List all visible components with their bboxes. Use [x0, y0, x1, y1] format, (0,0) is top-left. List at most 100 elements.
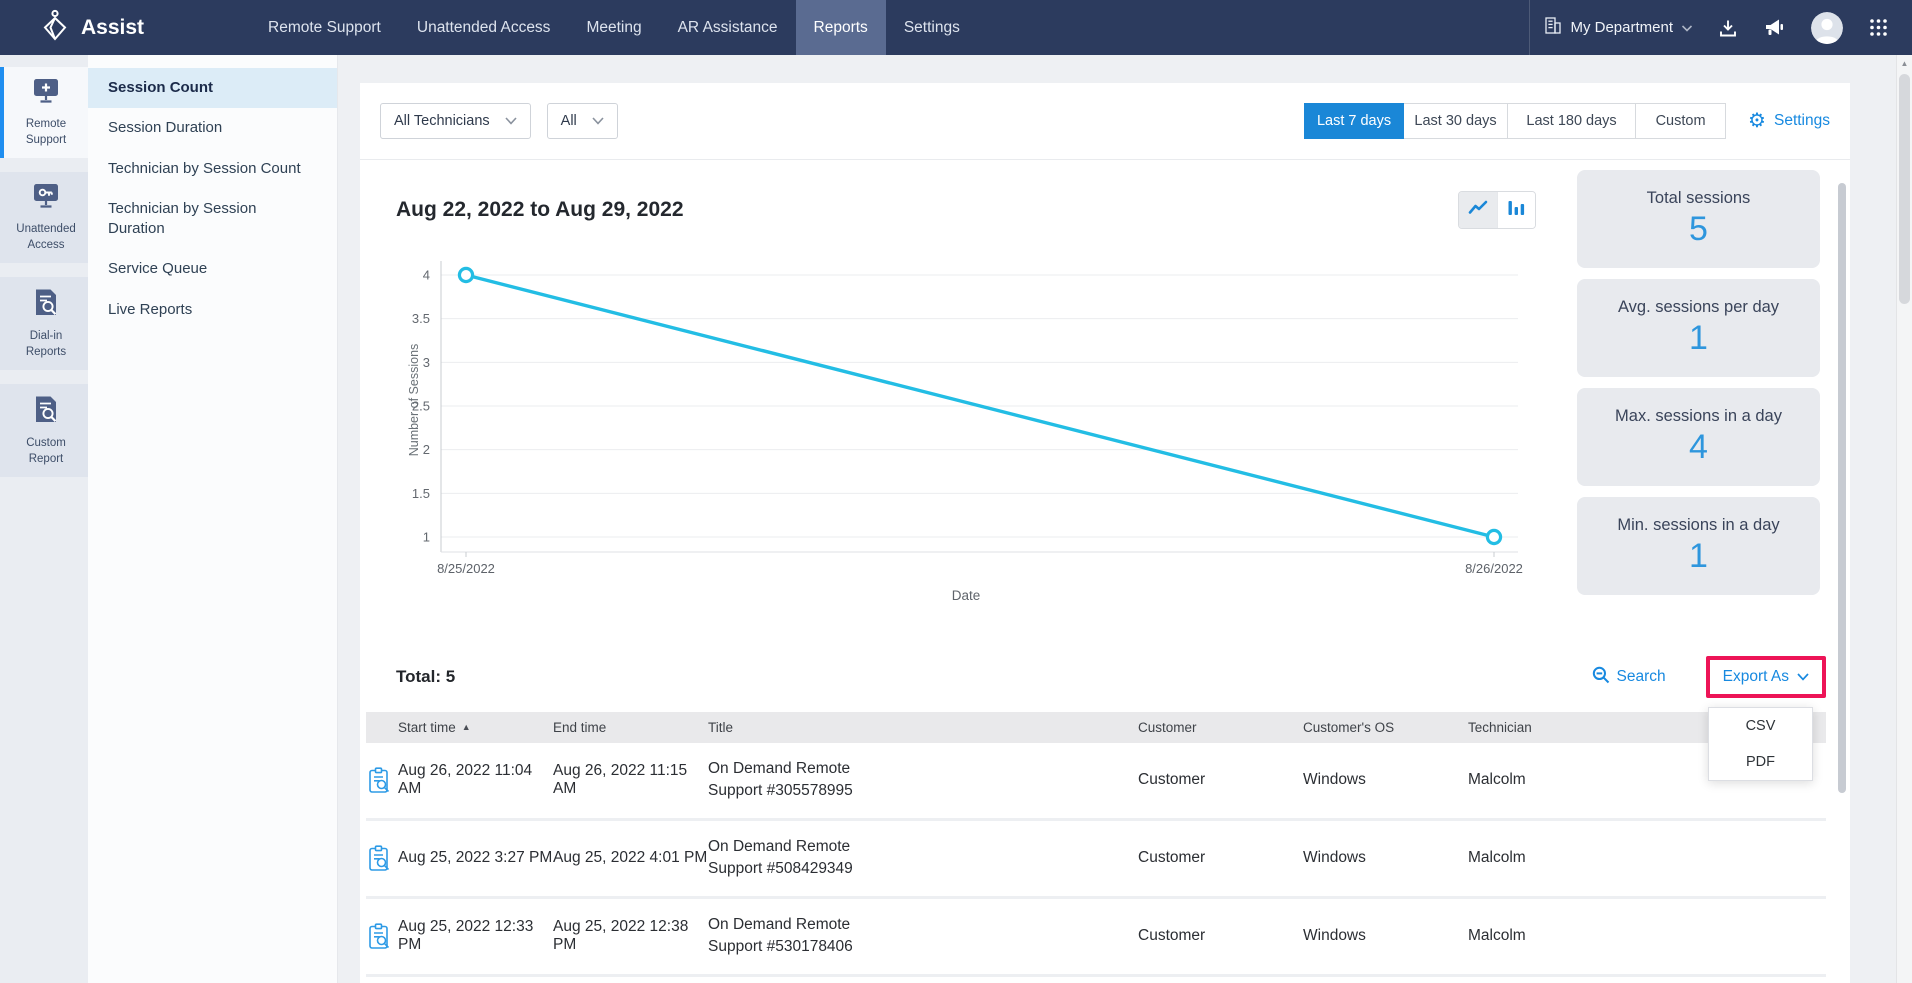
gear-icon: ⚙	[1748, 111, 1766, 131]
chevron-down-icon	[505, 113, 517, 129]
sidebar-item-technician-by-session-duration[interactable]: Technician by Session Duration	[88, 189, 337, 250]
top-navigation-bar: Assist Remote Support Unattended Access …	[0, 0, 1912, 55]
column-header-customer-os[interactable]: Customer's OS	[1303, 720, 1468, 735]
filter-bar: All Technicians All Last 7 days Last 30 …	[360, 83, 1850, 160]
table-header-row: Start time ▲ End time Title Customer Cus…	[366, 712, 1826, 743]
sidebar-item-session-count[interactable]: Session Count	[88, 68, 337, 108]
stat-value: 1	[1689, 319, 1708, 358]
sessions-table-section: Total: 5 Search Export As	[360, 653, 1850, 977]
technician-filter-value: All Technicians	[394, 113, 490, 129]
monitor-key-icon	[31, 183, 61, 215]
document-search-icon	[33, 395, 59, 429]
session-count-chart: Number of Sessions 11.522.533.548/25/202…	[396, 245, 1536, 603]
export-option-pdf[interactable]: PDF	[1709, 744, 1812, 780]
sidebar-item-technician-by-session-count[interactable]: Technician by Session Count	[88, 149, 337, 189]
line-chart-icon	[1468, 200, 1488, 220]
export-highlight-box: Export As	[1706, 656, 1826, 698]
column-label: End time	[553, 720, 606, 735]
reports-sidebar: Session Count Session Duration Technicia…	[88, 55, 338, 983]
cell-technician: Malcolm	[1468, 927, 1826, 945]
rail-label: Remote Support	[10, 117, 82, 148]
session-type-filter-value: All	[561, 113, 577, 129]
department-label: My Department	[1570, 19, 1673, 36]
cell-end-time: Aug 25, 2022 4:01 PM	[553, 849, 708, 867]
range-last-7-days[interactable]: Last 7 days	[1304, 103, 1404, 139]
chevron-down-icon	[1797, 668, 1809, 686]
date-range-title: Aug 22, 2022 to Aug 29, 2022	[396, 198, 684, 222]
document-search-icon	[33, 288, 59, 322]
cell-end-time: Aug 25, 2022 12:38 PM	[553, 918, 708, 954]
apps-grid-icon[interactable]	[1869, 18, 1888, 37]
column-header-title[interactable]: Title	[708, 720, 1138, 735]
scrollbar-up-arrow[interactable]: ▲	[1897, 55, 1912, 72]
column-header-end-time[interactable]: End time	[553, 720, 708, 735]
search-button[interactable]: Search	[1592, 666, 1666, 689]
primary-nav: Remote Support Unattended Access Meeting…	[250, 0, 978, 55]
x-axis-label: Date	[396, 588, 1536, 603]
range-last-30-days[interactable]: Last 30 days	[1404, 103, 1508, 139]
cell-customer-os: Windows	[1303, 771, 1468, 789]
monitor-plus-icon	[31, 78, 61, 110]
stat-value: 5	[1689, 210, 1708, 249]
chart-block: Aug 22, 2022 to Aug 29, 2022	[396, 170, 1536, 603]
table-row[interactable]: Aug 25, 2022 3:27 PM Aug 25, 2022 4:01 P…	[366, 821, 1826, 899]
bar-chart-toggle-button[interactable]	[1497, 192, 1535, 228]
nav-settings[interactable]: Settings	[886, 0, 978, 55]
cell-title: On Demand Remote Support #530178406	[708, 914, 886, 959]
column-label: Start time	[398, 720, 456, 735]
total-sessions-card: Total sessions 5	[1577, 170, 1820, 268]
nav-divider	[1529, 0, 1530, 55]
nav-meeting[interactable]: Meeting	[568, 0, 659, 55]
page-scrollbar-thumb[interactable]	[1899, 74, 1910, 304]
date-range-group: Last 7 days Last 30 days Last 180 days C…	[1304, 103, 1726, 139]
table-row[interactable]: Aug 26, 2022 11:04 AM Aug 26, 2022 11:15…	[366, 743, 1826, 821]
announcements-megaphone-icon[interactable]	[1764, 18, 1785, 37]
session-type-filter-dropdown[interactable]: All	[547, 103, 618, 139]
column-header-customer[interactable]: Customer	[1138, 720, 1303, 735]
svg-text:8/25/2022: 8/25/2022	[437, 561, 495, 575]
svg-text:2: 2	[423, 442, 430, 457]
sidebar-item-live-reports[interactable]: Live Reports	[88, 290, 337, 330]
cell-customer-os: Windows	[1303, 849, 1468, 867]
session-report-icon	[366, 845, 398, 872]
column-label: Customer	[1138, 720, 1197, 735]
report-settings-button[interactable]: ⚙ Settings	[1748, 111, 1830, 131]
search-label: Search	[1617, 668, 1666, 686]
sidebar-item-session-duration[interactable]: Session Duration	[88, 108, 337, 148]
cell-customer: Customer	[1138, 927, 1303, 945]
stat-label: Max. sessions in a day	[1615, 407, 1782, 426]
nav-ar-assistance[interactable]: AR Assistance	[660, 0, 796, 55]
svg-text:1.5: 1.5	[412, 486, 430, 501]
nav-unattended-access[interactable]: Unattended Access	[399, 0, 569, 55]
table-row[interactable]: Aug 25, 2022 12:33 PM Aug 25, 2022 12:38…	[366, 899, 1826, 977]
rail-label: Unattended Access	[10, 222, 82, 253]
range-last-180-days[interactable]: Last 180 days	[1508, 103, 1636, 139]
rail-dial-in-reports[interactable]: Dial-in Reports	[0, 277, 88, 370]
building-icon	[1545, 17, 1561, 38]
app-logo[interactable]: Assist	[0, 0, 250, 55]
cell-technician: Malcolm	[1468, 849, 1826, 867]
export-option-csv[interactable]: CSV	[1709, 708, 1812, 744]
nav-remote-support[interactable]: Remote Support	[250, 0, 399, 55]
search-icon	[1592, 666, 1610, 689]
user-avatar[interactable]	[1811, 12, 1843, 44]
total-count-label: Total: 5	[396, 667, 455, 687]
panel-scrollbar-thumb[interactable]	[1838, 183, 1846, 793]
download-icon[interactable]	[1718, 18, 1738, 38]
y-axis-label: Number of Sessions	[407, 320, 421, 480]
sidebar-item-service-queue[interactable]: Service Queue	[88, 249, 337, 289]
range-custom[interactable]: Custom	[1636, 103, 1726, 139]
rail-unattended-access[interactable]: Unattended Access	[0, 172, 88, 263]
column-header-start-time[interactable]: Start time ▲	[398, 720, 553, 735]
assist-logo-icon	[40, 9, 70, 47]
line-chart-toggle-button[interactable]	[1459, 192, 1497, 228]
rail-custom-report[interactable]: Custom Report	[0, 384, 88, 477]
page-scrollbar[interactable]: ▲	[1896, 55, 1912, 983]
cell-end-time: Aug 26, 2022 11:15 AM	[553, 762, 708, 798]
export-as-button[interactable]: Export As	[1723, 668, 1789, 686]
nav-reports[interactable]: Reports	[796, 0, 886, 55]
rail-remote-support[interactable]: Remote Support	[0, 67, 88, 158]
avg-sessions-card: Avg. sessions per day 1	[1577, 279, 1820, 377]
department-selector[interactable]: My Department	[1545, 17, 1692, 38]
technician-filter-dropdown[interactable]: All Technicians	[380, 103, 531, 139]
